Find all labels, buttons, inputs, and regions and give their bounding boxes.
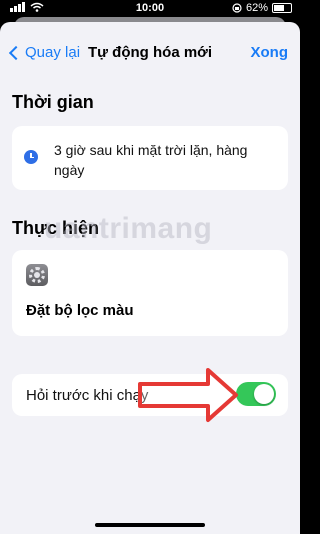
ask-before-running-row: Hỏi trước khi chạy — [12, 374, 288, 416]
action-section-header: Thực hiện — [12, 218, 100, 238]
status-right-icons: 62% — [232, 2, 292, 14]
automation-sheet: Quay lại Tự động hóa mới Xong Thời gian … — [0, 22, 300, 534]
time-value: 3 giờ sau khi mặt trời lặn, hàng ngày — [54, 142, 248, 178]
battery-fill — [274, 5, 284, 11]
gear-core — [34, 272, 40, 278]
battery-icon — [272, 3, 292, 13]
clock-icon — [24, 150, 38, 164]
toggle-knob — [254, 384, 274, 404]
navigation-bar: Quay lại Tự động hóa mới Xong — [0, 40, 300, 66]
settings-icon — [26, 264, 48, 286]
time-section-header: Thời gian — [12, 92, 94, 112]
home-indicator — [95, 523, 205, 527]
ask-before-running-label: Hỏi trước khi chạy — [26, 387, 149, 404]
lock-rotation-icon — [232, 3, 242, 13]
time-card[interactable]: 3 giờ sau khi mặt trời lặn, hàng ngày — [12, 126, 288, 190]
status-bar: 10:00 62% — [0, 0, 300, 16]
action-label: Đặt bộ lọc màu — [26, 302, 134, 319]
battery-percent: 62% — [245, 2, 268, 14]
ask-before-running-toggle[interactable] — [236, 382, 276, 406]
action-card[interactable]: Đặt bộ lọc màu — [12, 250, 288, 336]
done-button[interactable]: Xong — [251, 44, 289, 61]
